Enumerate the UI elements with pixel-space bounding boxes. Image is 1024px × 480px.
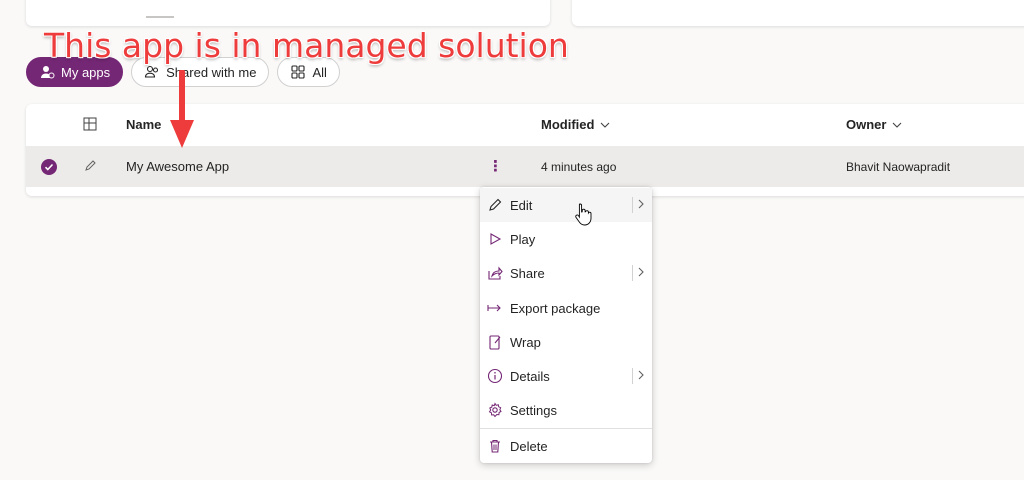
- chevron-down-icon: [600, 120, 610, 130]
- column-modified-header[interactable]: Modified: [541, 117, 610, 132]
- menu-item-label: Settings: [510, 402, 557, 418]
- trash-icon: [487, 438, 503, 454]
- owner-value: Bhavit Naowapradit: [846, 160, 951, 174]
- context-menu: Edit Play Share Export package Wrap Deta…: [480, 187, 652, 463]
- people-icon: [144, 64, 160, 80]
- menu-item-delete[interactable]: Delete: [480, 429, 652, 463]
- column-label: Modified: [541, 117, 595, 132]
- chevron-down-icon: [892, 120, 902, 130]
- menu-item-label: Play: [510, 231, 536, 247]
- menu-item-edit[interactable]: Edit: [480, 188, 652, 222]
- more-options-icon[interactable]: ⋮: [488, 158, 503, 176]
- menu-item-label: Edit: [510, 197, 533, 213]
- annotation-label: This app is in managed solution: [44, 26, 569, 65]
- top-card-right: [572, 0, 1024, 26]
- row-checkmark-icon[interactable]: [41, 159, 57, 175]
- person-icon: [39, 64, 55, 80]
- chevron-right-icon: [632, 265, 646, 281]
- gear-icon: [487, 402, 503, 418]
- menu-item-wrap[interactable]: Wrap: [480, 325, 652, 359]
- chevron-right-icon: [632, 197, 646, 213]
- filter-label: All: [312, 64, 327, 80]
- card-text-fragment: [146, 12, 174, 18]
- menu-item-label: Delete: [510, 438, 548, 454]
- menu-item-label: Details: [510, 368, 550, 384]
- menu-item-label: Wrap: [510, 334, 541, 350]
- menu-item-share[interactable]: Share: [480, 256, 652, 290]
- annotation-arrow-icon: [170, 70, 194, 148]
- modified-value: 4 minutes ago: [541, 160, 617, 174]
- chevron-right-icon: [632, 368, 646, 384]
- info-icon: [487, 368, 503, 384]
- hand-cursor-icon: [575, 203, 592, 226]
- column-label: Name: [126, 117, 162, 132]
- column-type-icon: [83, 117, 97, 131]
- menu-item-settings[interactable]: Settings: [480, 393, 652, 427]
- top-card-left: [26, 0, 550, 26]
- table-row[interactable]: My Awesome App ⋮ 4 minutes ago Bhavit Na…: [26, 146, 1024, 187]
- menu-item-export-package[interactable]: Export package: [480, 291, 652, 325]
- grid-icon: [290, 64, 306, 80]
- column-label: Owner: [846, 117, 887, 132]
- play-icon: [487, 231, 503, 247]
- menu-item-details[interactable]: Details: [480, 359, 652, 393]
- pencil-icon: [83, 159, 97, 176]
- filter-label: My apps: [61, 64, 111, 80]
- menu-item-label: Export package: [510, 300, 601, 316]
- app-name[interactable]: My Awesome App: [126, 159, 229, 174]
- export-icon: [487, 300, 503, 316]
- menu-item-play[interactable]: Play: [480, 222, 652, 256]
- column-owner-header[interactable]: Owner: [846, 117, 902, 132]
- wrap-icon: [487, 334, 503, 350]
- share-icon: [487, 265, 503, 281]
- pencil-icon: [487, 197, 503, 213]
- column-name-header[interactable]: Name: [126, 117, 161, 132]
- menu-item-label: Share: [510, 265, 545, 281]
